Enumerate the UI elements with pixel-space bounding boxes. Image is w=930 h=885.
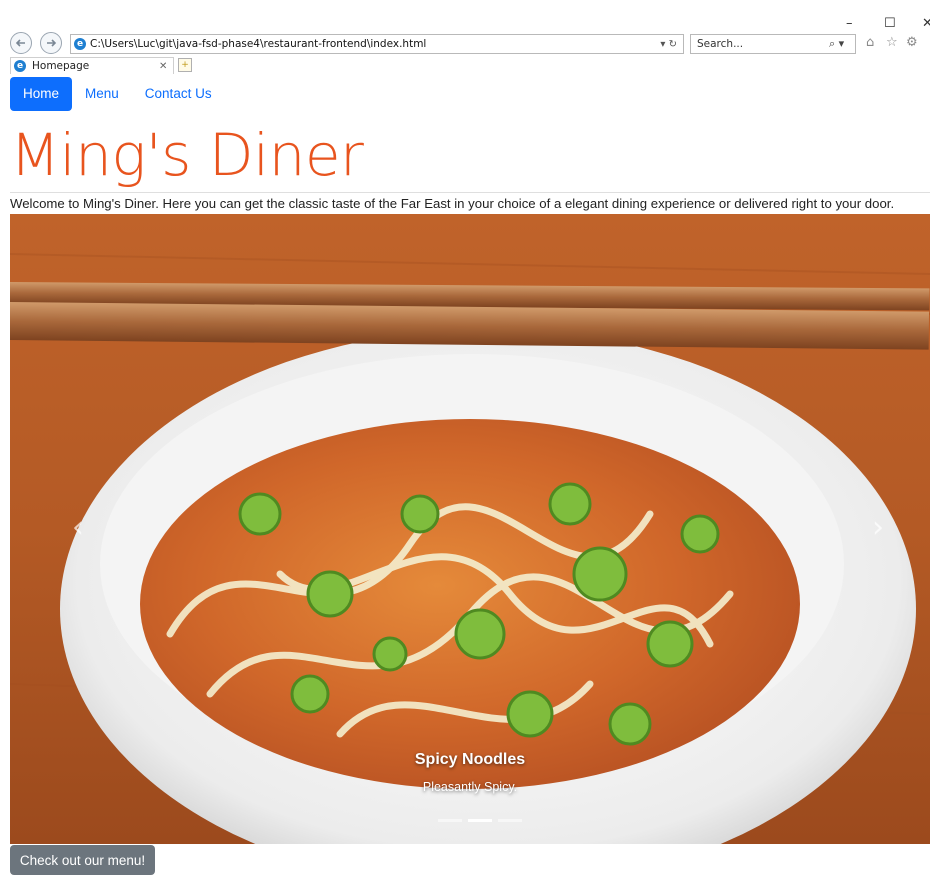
nav-home[interactable]: Home (10, 77, 73, 111)
divider (10, 192, 930, 193)
carousel-indicator[interactable] (438, 819, 462, 822)
slide-caption: Pleasantly Spicy. (422, 780, 518, 794)
home-icon[interactable]: ⌂ (866, 35, 874, 50)
tab-close-icon[interactable]: ✕ (159, 61, 173, 72)
page-title: Ming's Diner (10, 121, 364, 189)
nav-contact[interactable]: Contact Us (132, 77, 225, 111)
carousel-prev-icon[interactable]: ‹ (72, 510, 84, 545)
favorites-star-icon[interactable]: ☆ (886, 35, 898, 50)
welcome-text: Welcome to Ming's Diner. Here you can ge… (10, 196, 895, 211)
refresh-icon[interactable]: ▾ ↻ (645, 39, 683, 50)
tab-strip: e Homepage ✕ + (0, 56, 930, 75)
tab-homepage[interactable]: e Homepage ✕ (10, 57, 174, 74)
forward-button[interactable] (40, 32, 62, 54)
noodle-bowl-photo (10, 214, 930, 844)
ie-page-icon: e (74, 38, 86, 50)
minimize-button[interactable]: – (846, 16, 853, 32)
search-placeholder: Search... (697, 38, 744, 50)
carousel-next-icon[interactable]: › (872, 510, 884, 545)
search-icon[interactable]: ⌕ ▾ (829, 37, 855, 51)
nav-menu[interactable]: Menu (72, 77, 132, 111)
back-arrow-icon (15, 39, 25, 47)
settings-gear-icon[interactable]: ⚙ (906, 35, 918, 50)
forward-arrow-icon (47, 39, 57, 47)
slide-title: Spicy Noodles (414, 751, 526, 768)
carousel-indicator-active[interactable] (468, 819, 492, 822)
new-tab-button[interactable]: + (178, 58, 192, 72)
check-menu-button[interactable]: Check out our menu! (10, 845, 155, 875)
address-text[interactable]: C:\Users\Luc\git\java-fsd-phase4\restaur… (90, 38, 645, 50)
tab-ie-icon: e (14, 60, 26, 72)
search-box[interactable]: Search... ⌕ ▾ (690, 34, 856, 54)
address-bar[interactable]: e C:\Users\Luc\git\java-fsd-phase4\resta… (70, 34, 684, 54)
carousel-indicator[interactable] (498, 819, 522, 822)
site-nav: Home Menu Contact Us (10, 77, 225, 111)
maximize-button[interactable]: ☐ (884, 16, 896, 32)
hero-carousel: ‹ › Spicy Noodles Pleasantly Spicy. (10, 214, 930, 844)
back-button[interactable] (10, 32, 32, 54)
tab-title: Homepage (32, 60, 90, 72)
carousel-indicators (438, 819, 522, 822)
close-window-button[interactable]: ✕ (922, 16, 930, 32)
browser-chrome: – ☐ ✕ e C:\Users\Luc\git\java-fsd-phase4… (0, 10, 930, 75)
